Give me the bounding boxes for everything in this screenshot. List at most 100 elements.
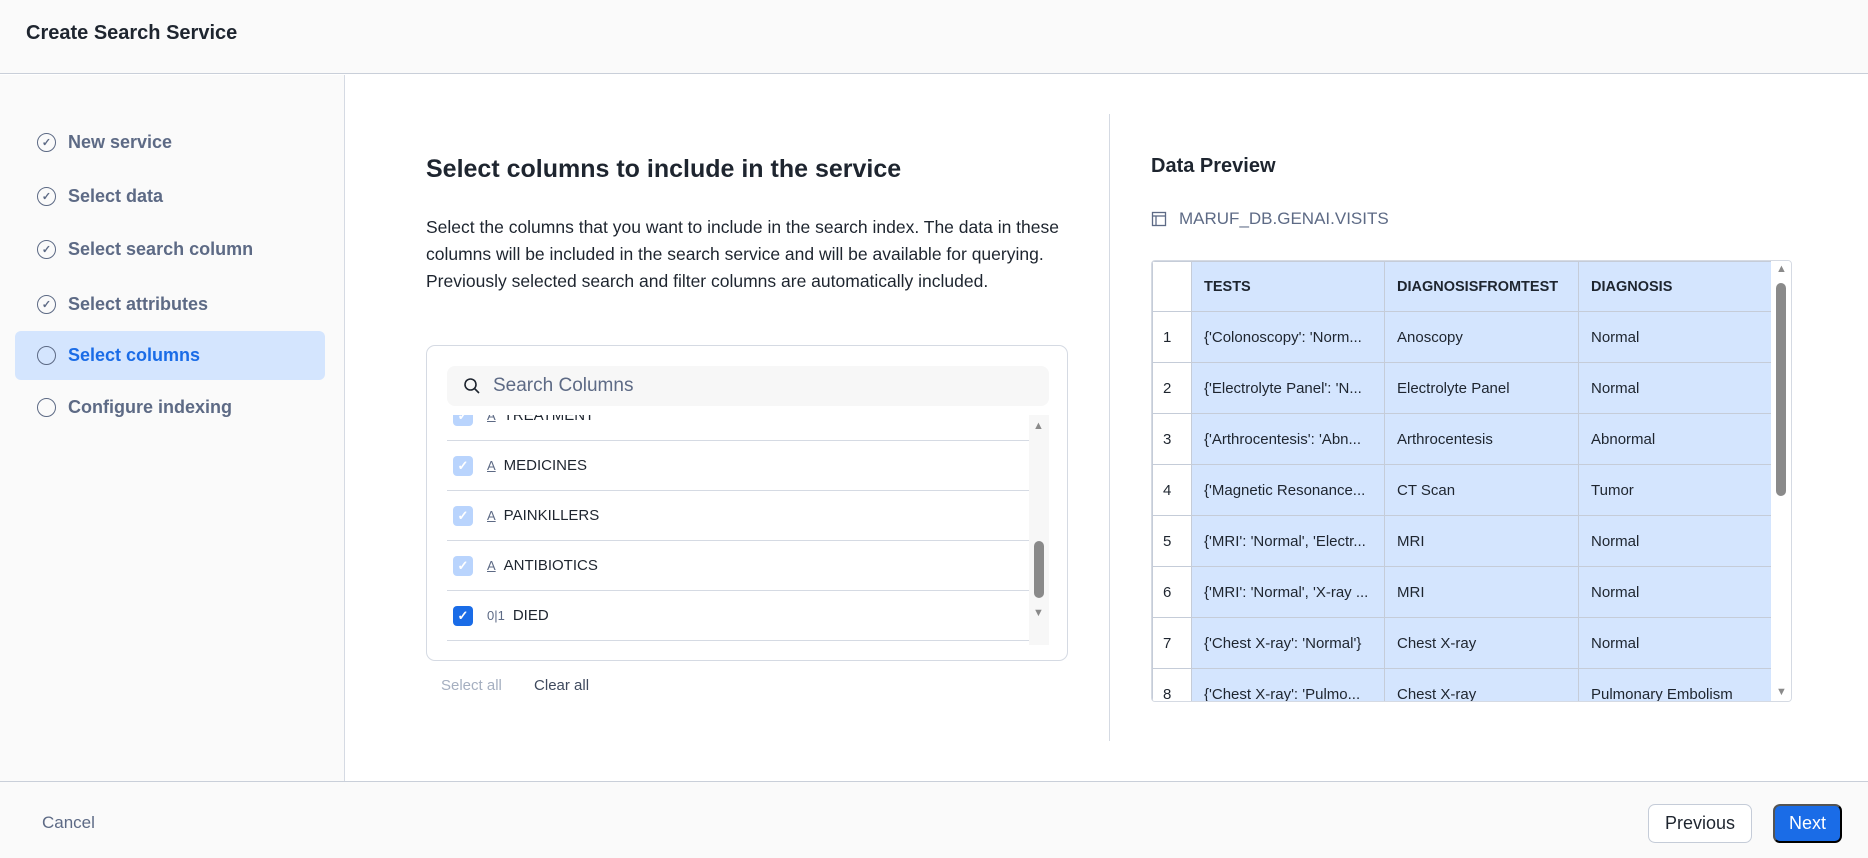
column-picker: Search Columns ✓ A TREATMENT ✓ A MEDICINES ✓… [426, 345, 1068, 661]
row-index: 4 [1152, 464, 1192, 516]
table-cell: Chest X-ray [1384, 668, 1579, 701]
column-name: DIED [512, 607, 549, 624]
next-button[interactable]: Next [1773, 804, 1842, 843]
table-cell: Arthrocentesis [1384, 413, 1579, 465]
table-row: 3 {'Arthrocentesis': 'Abn... Arthrocentesi… [1152, 413, 1773, 465]
step-select-columns[interactable]: Select columns [15, 331, 325, 380]
scroll-down-icon[interactable]: ▼ [1776, 686, 1787, 698]
step-label: Select attributes [68, 294, 209, 314]
index-header [1152, 261, 1192, 312]
table-row: 1 {'Colonoscopy': 'Norm... Anoscopy Normal [1152, 311, 1773, 363]
table-row: 2 {'Electrolyte Panel': 'N... Electrolyte … [1152, 362, 1773, 414]
table-cell: Electrolyte Panel [1384, 362, 1579, 414]
column-header: DIAGNOSIS [1578, 261, 1773, 312]
steps-sidebar: ✓ New service ✓ Select data ✓ Select search… [0, 75, 345, 781]
table-cell: {'Electrolyte Panel': 'N... [1191, 362, 1385, 414]
select-all-link[interactable]: Select all [441, 677, 502, 694]
cancel-button[interactable]: Cancel [42, 813, 95, 833]
table-cell: {'Chest X-ray': 'Pulmo... [1191, 668, 1385, 701]
scroll-up-icon[interactable]: ▲ [1776, 263, 1787, 275]
table-cell: MRI [1384, 566, 1579, 618]
row-index: 6 [1152, 566, 1192, 618]
dialog-title: Create Search Service [26, 22, 238, 44]
text-type-icon: A [487, 508, 496, 523]
table-cell: {'MRI': 'Normal', 'X-ray ... [1191, 566, 1385, 618]
list-scrollbar[interactable]: ▲ ▼ [1029, 415, 1049, 645]
column-item[interactable]: ✓ A PAINKILLERS [447, 491, 1029, 541]
checkbox-checked-disabled: ✓ [453, 505, 473, 526]
step-configure-indexing[interactable]: Configure indexing [15, 383, 325, 432]
step-label: Select columns [68, 345, 201, 365]
column-name: MEDICINES [503, 457, 588, 474]
circle-icon [37, 346, 56, 365]
table-cell: Normal [1578, 311, 1773, 363]
checkbox-checked-disabled: ✓ [453, 455, 473, 476]
step-select-search-column[interactable]: ✓ Select search column [15, 225, 325, 274]
row-index: 1 [1152, 311, 1192, 363]
data-preview-title: Data Preview [1151, 155, 1276, 177]
search-columns-input[interactable]: Search Columns [447, 366, 1049, 406]
table-cell: Pulmonary Embolism [1578, 668, 1773, 701]
check-circle-icon: ✓ [37, 240, 56, 259]
step-label: Select data [68, 186, 164, 206]
step-select-data[interactable]: ✓ Select data [15, 172, 325, 221]
step-label: Select search column [68, 239, 254, 259]
table-cell: Abnormal [1578, 413, 1773, 465]
row-index: 8 [1152, 668, 1192, 701]
table-cell: MRI [1384, 515, 1579, 567]
scroll-up-icon[interactable]: ▲ [1033, 420, 1044, 432]
step-new-service[interactable]: ✓ New service [15, 118, 325, 167]
previous-button[interactable]: Previous [1648, 804, 1752, 843]
column-name: PAINKILLERS [503, 507, 600, 524]
table-cell: Chest X-ray [1384, 617, 1579, 669]
table-row: 5 {'MRI': 'Normal', 'Electr... MRI Normal [1152, 515, 1773, 567]
clear-all-link[interactable]: Clear all [534, 677, 589, 694]
scroll-thumb[interactable] [1034, 541, 1044, 598]
table-cell: {'Magnetic Resonance... [1191, 464, 1385, 516]
column-item[interactable]: ✓ A ANTIBIOTICS [447, 541, 1029, 591]
data-preview-table: TESTS DIAGNOSISFROMTEST DIAGNOSIS 1 {'Col… [1151, 260, 1792, 702]
table-name-text: MARUF_DB.GENAI.VISITS [1179, 209, 1389, 228]
scroll-down-icon[interactable]: ▼ [1033, 607, 1044, 619]
column-name: TREATMENT [503, 415, 595, 424]
check-circle-icon: ✓ [37, 295, 56, 314]
header: Create Search Service [0, 0, 1868, 74]
text-type-icon: A [487, 558, 496, 573]
text-type-icon: A [487, 415, 496, 423]
step-label: New service [68, 132, 173, 152]
table-cell: {'MRI': 'Normal', 'Electr... [1191, 515, 1385, 567]
circle-icon [37, 398, 56, 417]
column-item[interactable]: ✓ A TREATMENT [447, 415, 1029, 441]
row-index: 5 [1152, 515, 1192, 567]
checkbox-checked-disabled: ✓ [453, 415, 473, 426]
checkbox-checked[interactable]: ✓ [453, 605, 473, 626]
step-label: Configure indexing [68, 397, 232, 417]
column-name: ANTIBIOTICS [503, 557, 598, 574]
row-index: 3 [1152, 413, 1192, 465]
scroll-thumb[interactable] [1776, 283, 1786, 496]
table-scrollbar[interactable]: ▲ ▼ [1771, 261, 1791, 701]
column-item[interactable]: ✓ A MEDICINES [447, 441, 1029, 491]
table-cell: Normal [1578, 566, 1773, 618]
table-row: 4 {'Magnetic Resonance... CT Scan Tumor [1152, 464, 1773, 516]
table-name: MARUF_DB.GENAI.VISITS [1151, 209, 1389, 229]
boolean-type-icon: 0|1 [487, 608, 505, 623]
section-title: Select columns to include in the service [426, 155, 902, 183]
table-row: 8 {'Chest X-ray': 'Pulmo... Chest X-ray Pul… [1152, 668, 1773, 701]
table-cell: Tumor [1578, 464, 1773, 516]
checkbox-checked-disabled: ✓ [453, 555, 473, 576]
column-header: DIAGNOSISFROMTEST [1384, 261, 1579, 312]
footer: Cancel Previous Next [0, 781, 1868, 858]
check-circle-icon: ✓ [37, 187, 56, 206]
table-icon [1151, 211, 1167, 227]
section-description: Select the columns that you want to incl… [426, 217, 1059, 291]
column-item[interactable]: ✓ 0|1 DIED [447, 591, 1029, 641]
column-header: TESTS [1191, 261, 1385, 312]
selection-links: Select all Clear all [441, 677, 617, 694]
step-select-attributes[interactable]: ✓ Select attributes [15, 280, 325, 329]
search-icon [464, 378, 480, 394]
table-cell: Anoscopy [1384, 311, 1579, 363]
table-cell: Normal [1578, 362, 1773, 414]
column-list: ✓ A TREATMENT ✓ A MEDICINES ✓ A PAINKILLERS ✓ A… [447, 415, 1049, 645]
check-circle-icon: ✓ [37, 133, 56, 152]
